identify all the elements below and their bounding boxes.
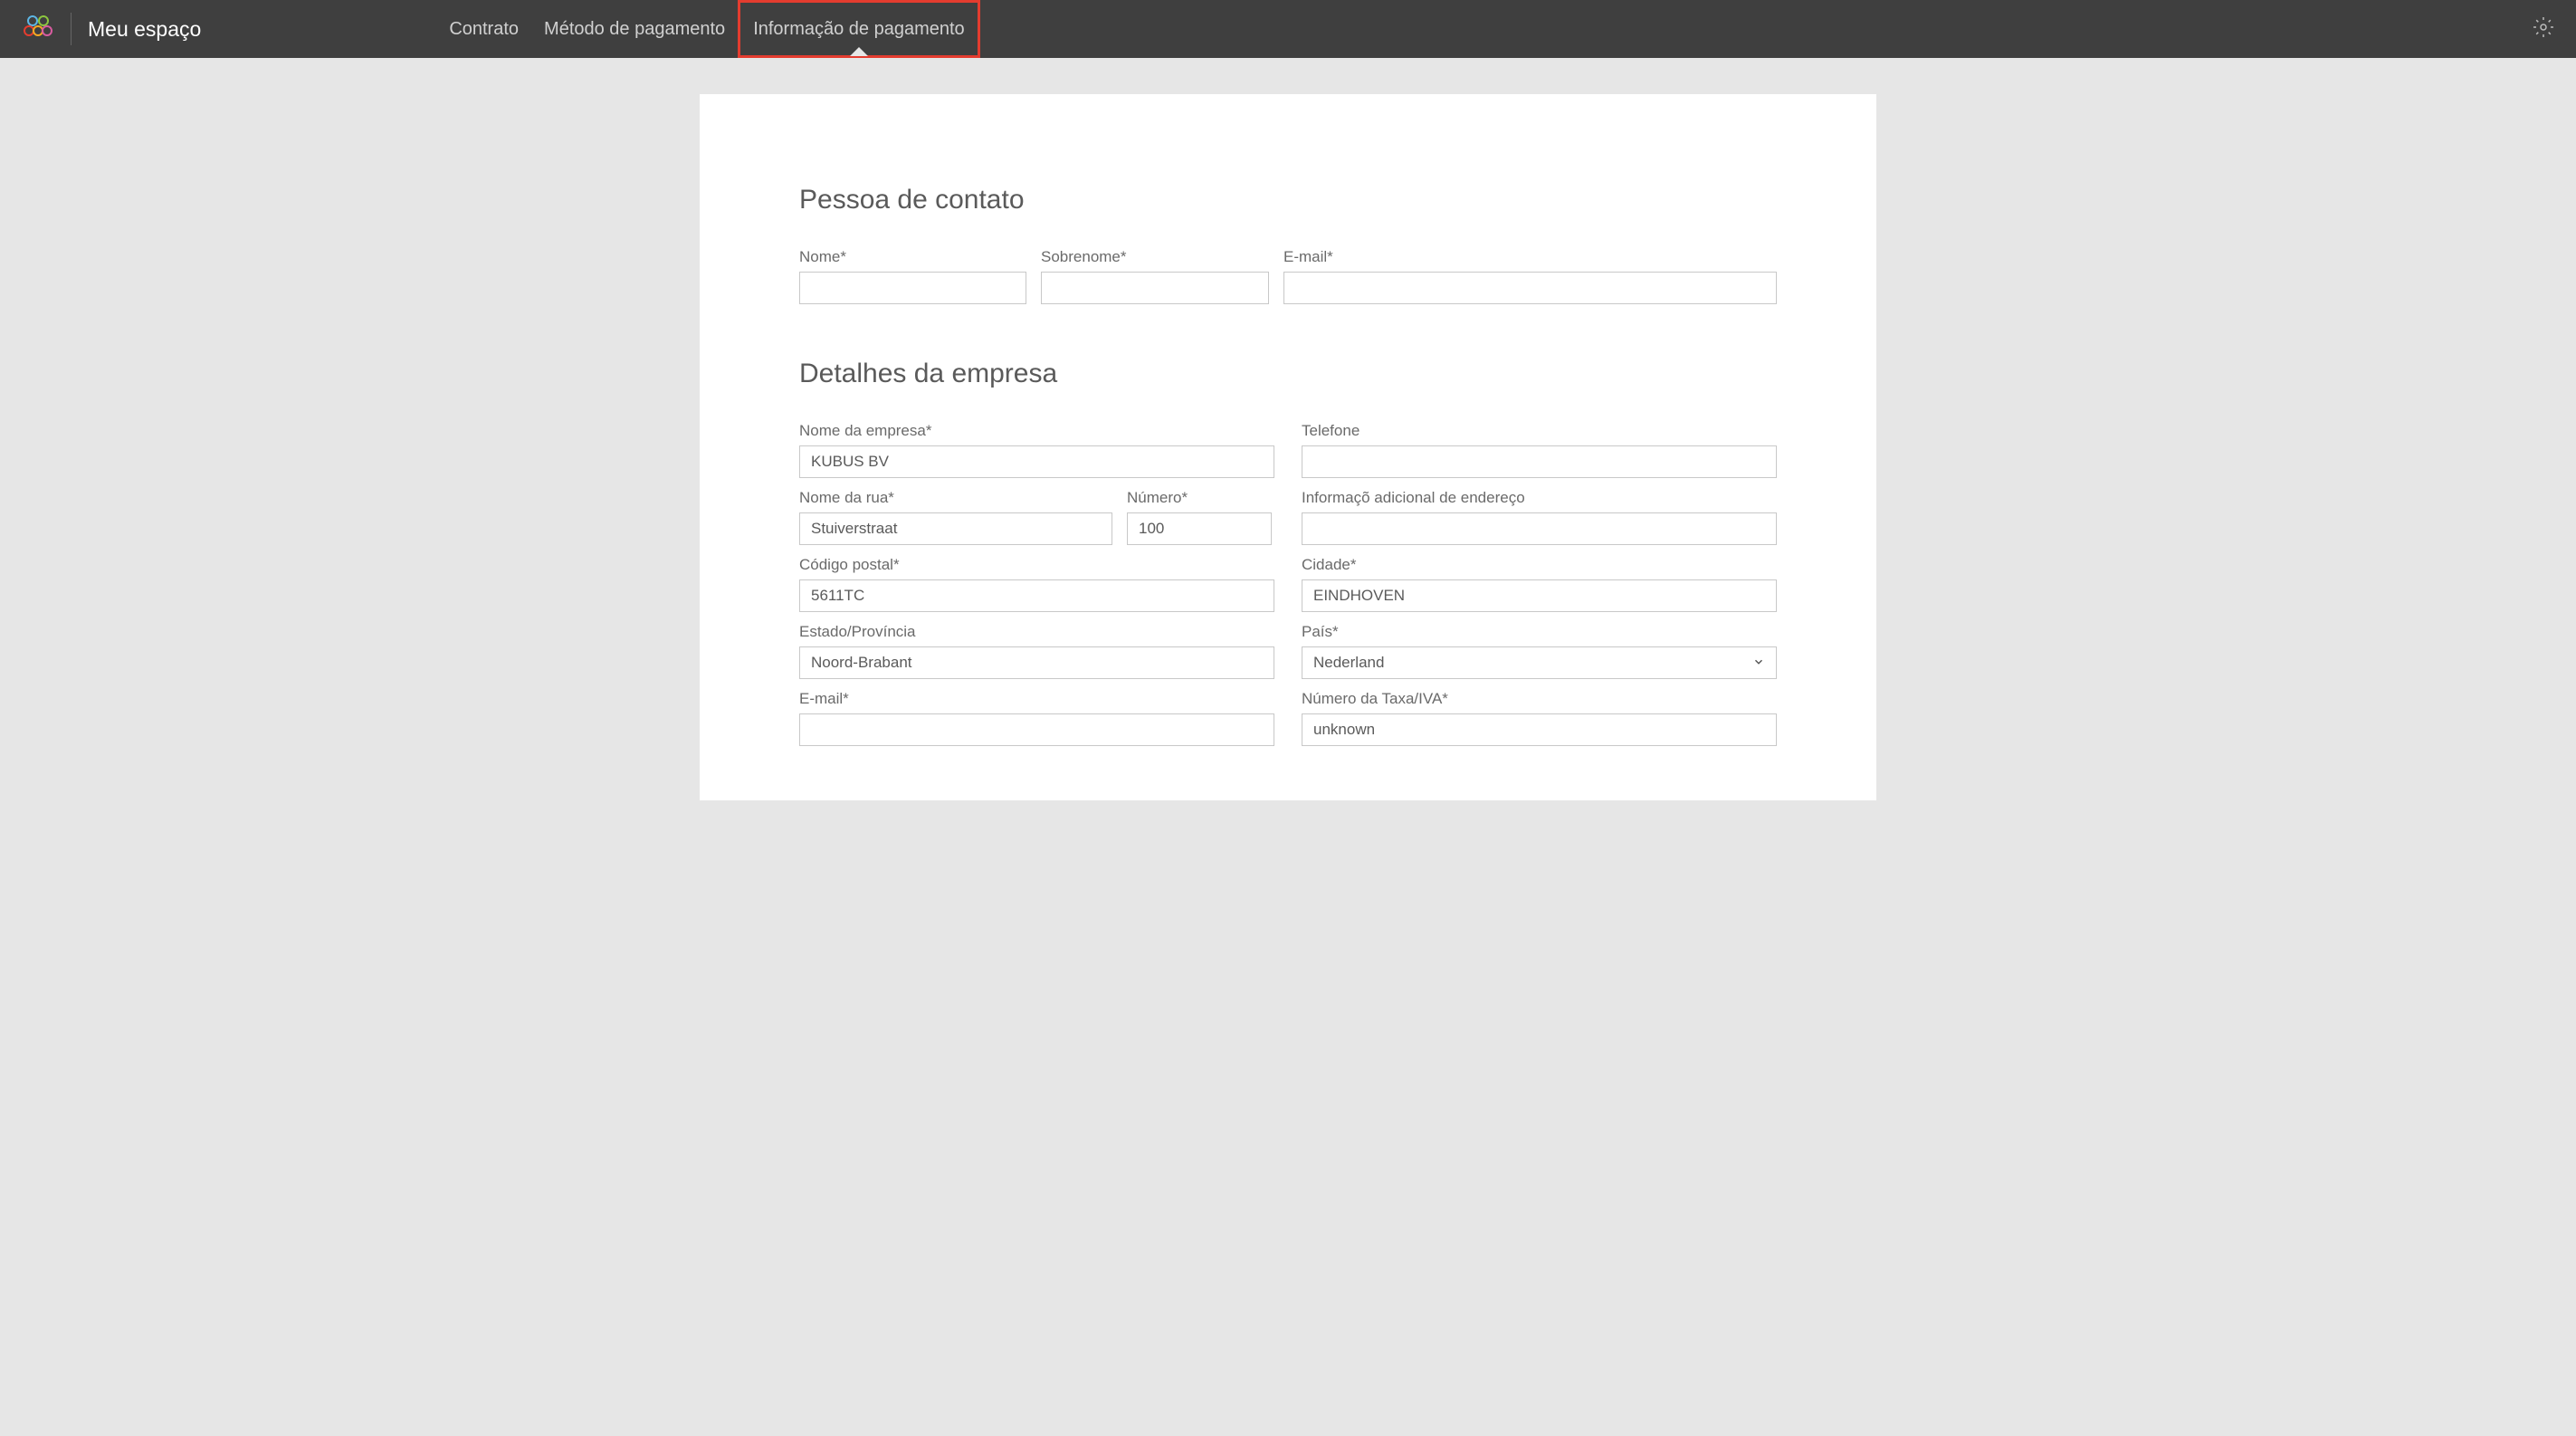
- input-company-email[interactable]: [799, 713, 1274, 746]
- label-number: Número*: [1127, 489, 1272, 507]
- logo-icon: [22, 13, 54, 45]
- tab-contrato[interactable]: Contrato: [436, 0, 531, 58]
- input-city[interactable]: [1302, 579, 1777, 612]
- field-city: Cidade*: [1302, 556, 1777, 612]
- header-divider: [71, 13, 72, 45]
- input-number[interactable]: [1127, 512, 1272, 545]
- street-row: Nome da rua* Número*: [799, 489, 1274, 545]
- field-street: Nome da rua*: [799, 489, 1112, 545]
- gear-icon: [2533, 16, 2554, 38]
- input-first-name[interactable]: [799, 272, 1026, 304]
- input-vat[interactable]: [1302, 713, 1777, 746]
- tab-metodo-pagamento[interactable]: Método de pagamento: [531, 0, 738, 58]
- label-state: Estado/Província: [799, 623, 1274, 641]
- label-company-name: Nome da empresa*: [799, 422, 1274, 440]
- tab-label: Método de pagamento: [544, 19, 725, 40]
- label-street: Nome da rua*: [799, 489, 1112, 507]
- label-city: Cidade*: [1302, 556, 1777, 574]
- label-contact-email: E-mail*: [1283, 248, 1777, 266]
- input-postal-code[interactable]: [799, 579, 1274, 612]
- tab-label: Informação de pagamento: [753, 19, 965, 40]
- logo: [22, 13, 54, 45]
- select-country-value: Nederland: [1313, 654, 1384, 672]
- select-country[interactable]: Nederland: [1302, 646, 1777, 679]
- input-phone[interactable]: [1302, 445, 1777, 478]
- settings-button[interactable]: [2533, 16, 2554, 43]
- label-last-name: Sobrenome*: [1041, 248, 1269, 266]
- field-contact-email: E-mail*: [1283, 248, 1777, 304]
- field-postal-code: Código postal*: [799, 556, 1274, 612]
- input-contact-email[interactable]: [1283, 272, 1777, 304]
- label-country: País*: [1302, 623, 1777, 641]
- field-company-email: E-mail*: [799, 690, 1274, 746]
- field-state: Estado/Província: [799, 623, 1274, 679]
- field-company-name: Nome da empresa*: [799, 422, 1274, 478]
- input-address-extra[interactable]: [1302, 512, 1777, 545]
- label-company-email: E-mail*: [799, 690, 1274, 708]
- field-number: Número*: [1127, 489, 1272, 545]
- field-country: País* Nederland: [1302, 623, 1777, 679]
- section-title-company: Detalhes da empresa: [799, 359, 1777, 389]
- input-state[interactable]: [799, 646, 1274, 679]
- label-vat: Número da Taxa/IVA*: [1302, 690, 1777, 708]
- label-first-name: Nome*: [799, 248, 1026, 266]
- input-last-name[interactable]: [1041, 272, 1269, 304]
- main-content: Pessoa de contato Nome* Sobrenome* E-mai…: [700, 94, 1876, 800]
- tab-label: Contrato: [449, 19, 519, 40]
- tab-informacao-pagamento[interactable]: Informação de pagamento: [738, 0, 980, 58]
- section-title-contact: Pessoa de contato: [799, 185, 1777, 215]
- input-company-name[interactable]: [799, 445, 1274, 478]
- app-header: Meu espaço Contrato Método de pagamento …: [0, 0, 2576, 58]
- contact-form-row: Nome* Sobrenome* E-mail*: [799, 248, 1777, 304]
- header-tabs: Contrato Método de pagamento Informação …: [436, 0, 979, 58]
- chevron-down-icon: [1752, 656, 1765, 671]
- label-phone: Telefone: [1302, 422, 1777, 440]
- field-last-name: Sobrenome*: [1041, 248, 1269, 304]
- app-title: Meu espaço: [88, 17, 201, 42]
- company-form: Nome da empresa* Telefone Nome da rua* N…: [799, 422, 1777, 746]
- input-street[interactable]: [799, 512, 1112, 545]
- field-first-name: Nome*: [799, 248, 1026, 304]
- field-vat: Número da Taxa/IVA*: [1302, 690, 1777, 746]
- label-address-extra: Informaçõ adicional de endereço: [1302, 489, 1777, 507]
- field-phone: Telefone: [1302, 422, 1777, 478]
- field-address-extra: Informaçõ adicional de endereço: [1302, 489, 1777, 545]
- label-postal-code: Código postal*: [799, 556, 1274, 574]
